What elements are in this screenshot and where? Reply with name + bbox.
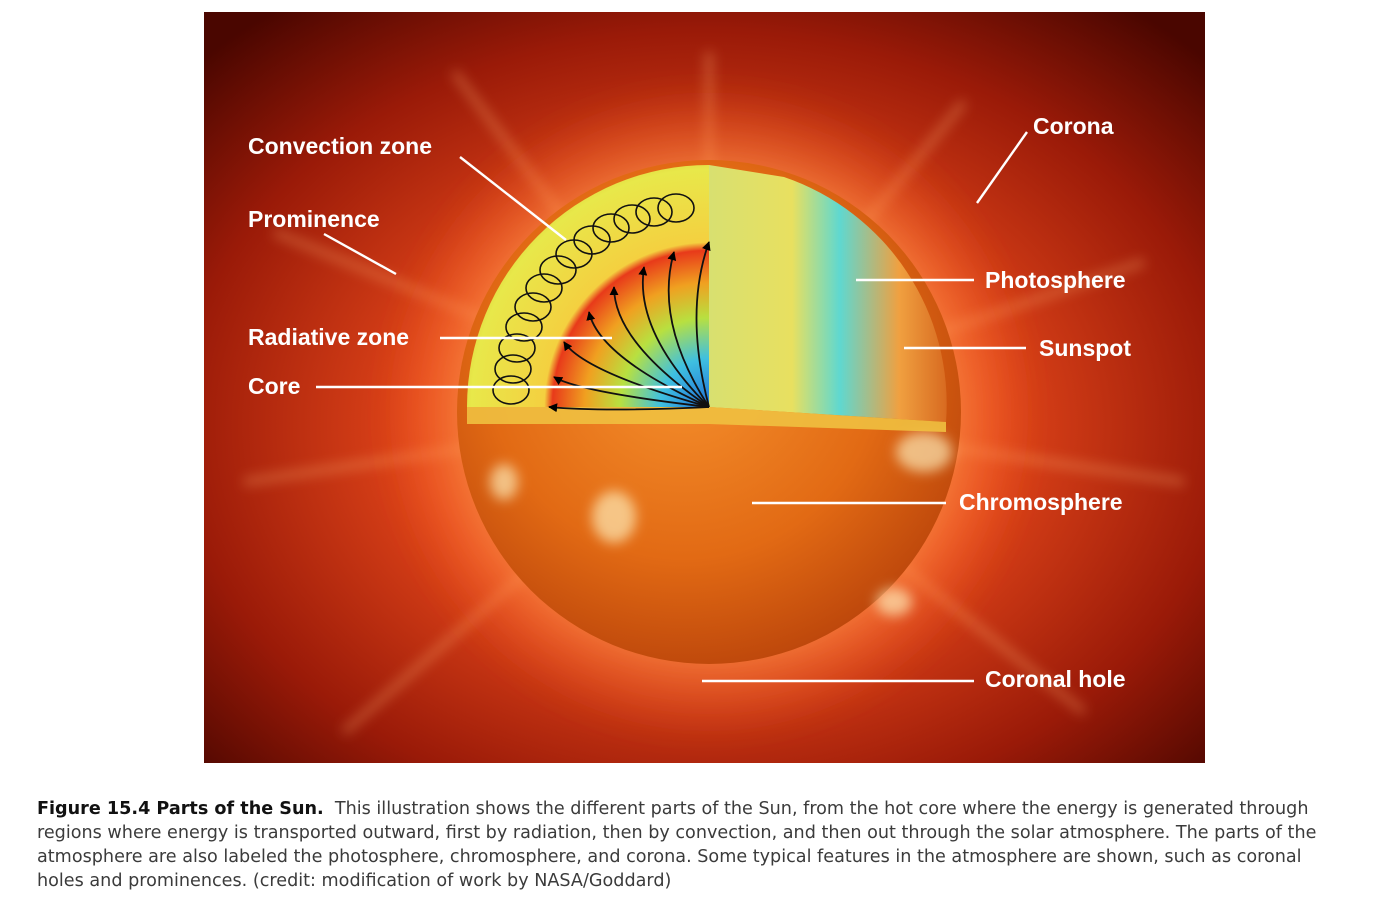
label-coronal-hole: Coronal hole	[985, 666, 1126, 692]
label-prominence: Prominence	[248, 206, 380, 232]
sun-diagram: Convection zone Prominence Radiative zon…	[204, 12, 1205, 763]
label-core: Core	[248, 373, 300, 399]
label-corona: Corona	[1033, 113, 1114, 139]
label-convection-zone: Convection zone	[248, 133, 432, 159]
label-radiative-zone: Radiative zone	[248, 324, 409, 350]
label-photosphere: Photosphere	[985, 267, 1126, 293]
figure-caption: Figure 15.4 Parts of the Sun. This illus…	[37, 797, 1352, 893]
label-chromosphere: Chromosphere	[959, 489, 1123, 515]
label-sunspot: Sunspot	[1039, 335, 1131, 361]
caption-title: Figure 15.4 Parts of the Sun.	[37, 799, 324, 819]
